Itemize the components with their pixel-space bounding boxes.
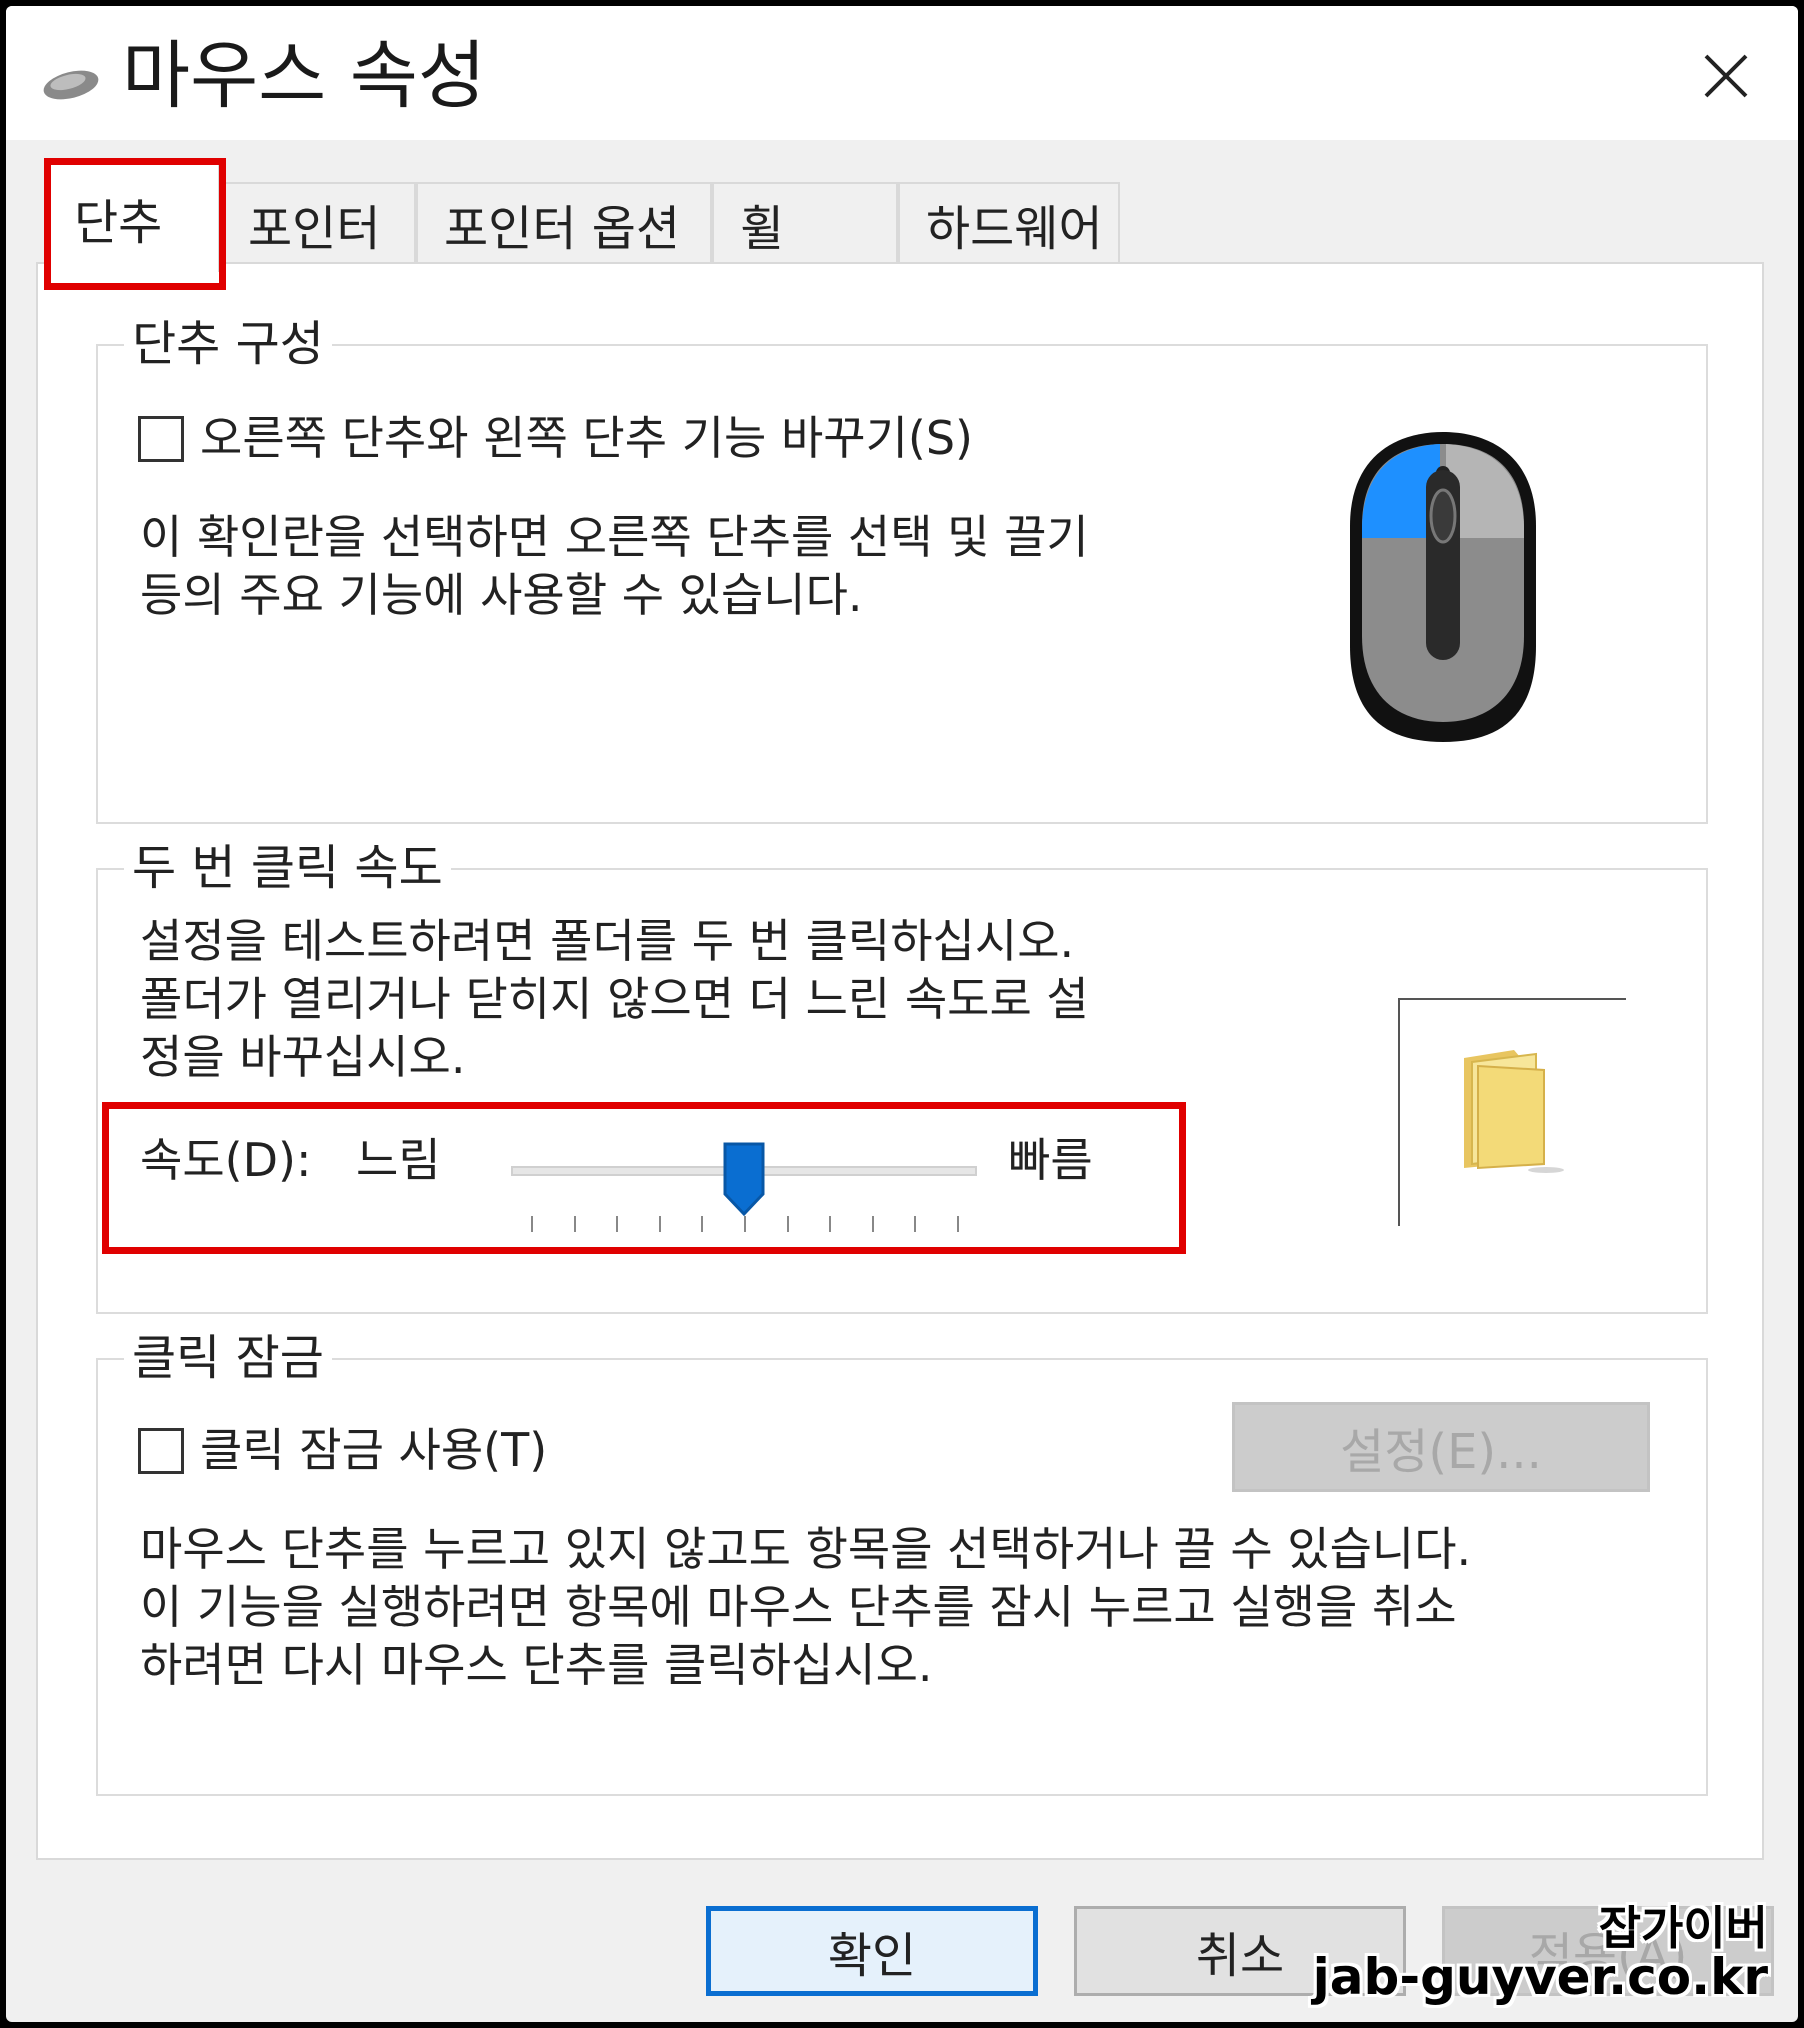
mouse-illustration bbox=[1350, 432, 1536, 742]
tab-pointers[interactable]: 포인터 bbox=[220, 182, 416, 264]
mouse-properties-dialog: 마우스 속성 단추 포인터 포인터 옵션 휠 하드웨어 단추 구성 오른쪽 단추… bbox=[6, 6, 1798, 2022]
click-lock-label[interactable]: 클릭 잠금 사용(T) bbox=[200, 1420, 547, 1480]
click-lock-description: 마우스 단추를 누르고 있지 않고도 항목을 선택하거나 끌 수 있습니다. 이… bbox=[140, 1520, 1471, 1694]
mouse-icon bbox=[43, 70, 99, 100]
double-click-description-line: 설정을 테스트하려면 폴더를 두 번 클릭하십시오. bbox=[140, 914, 1075, 968]
click-lock-description-line: 이 기능을 실행하려면 항목에 마우스 단추를 잠시 누르고 실행을 취소 bbox=[140, 1580, 1457, 1634]
title-bar: 마우스 속성 bbox=[6, 6, 1798, 140]
window-title: 마우스 속성 bbox=[122, 33, 486, 119]
folder-icon[interactable] bbox=[1454, 1044, 1564, 1174]
click-lock-description-line: 하려면 다시 마우스 단추를 클릭하십시오. bbox=[140, 1638, 933, 1692]
close-icon bbox=[1704, 54, 1748, 98]
double-click-legend: 두 번 클릭 속도 bbox=[124, 838, 451, 898]
speed-highlight-box bbox=[102, 1102, 1186, 1254]
click-lock-legend: 클릭 잠금 bbox=[124, 1328, 332, 1388]
double-click-description: 설정을 테스트하려면 폴더를 두 번 클릭하십시오. 폴더가 열리거나 닫히지 … bbox=[140, 912, 1089, 1086]
click-lock-settings-button[interactable]: 설정(E)... bbox=[1232, 1402, 1650, 1492]
button-config-description: 이 확인란을 선택하면 오른쪽 단추를 선택 및 끌기 등의 주요 기능에 사용… bbox=[140, 508, 1089, 624]
tab-hardware[interactable]: 하드웨어 bbox=[898, 182, 1120, 264]
swap-buttons-checkbox[interactable] bbox=[138, 416, 184, 462]
double-click-description-line: 폴더가 열리거나 닫히지 않으면 더 느린 속도로 설 bbox=[140, 972, 1089, 1026]
tab-highlight-box bbox=[44, 158, 226, 290]
close-button[interactable] bbox=[1686, 36, 1766, 116]
tab-wheel[interactable]: 휠 bbox=[712, 182, 898, 264]
button-config-description-line: 등의 주요 기능에 사용할 수 있습니다. bbox=[140, 568, 863, 622]
button-config-description-line: 이 확인란을 선택하면 오른쪽 단추를 선택 및 끌기 bbox=[140, 510, 1089, 564]
click-lock-description-line: 마우스 단추를 누르고 있지 않고도 항목을 선택하거나 끌 수 있습니다. bbox=[140, 1522, 1472, 1576]
swap-buttons-label[interactable]: 오른쪽 단추와 왼쪽 단추 기능 바꾸기(S) bbox=[200, 408, 973, 468]
button-config-legend: 단추 구성 bbox=[124, 314, 332, 374]
ok-button[interactable]: 확인 bbox=[706, 1906, 1038, 1996]
watermark-url: jab-guyver.co.kr bbox=[1312, 1948, 1768, 2006]
click-lock-checkbox[interactable] bbox=[138, 1428, 184, 1474]
tab-pointer-options[interactable]: 포인터 옵션 bbox=[416, 182, 712, 264]
double-click-description-line: 정을 바꾸십시오. bbox=[140, 1030, 466, 1084]
